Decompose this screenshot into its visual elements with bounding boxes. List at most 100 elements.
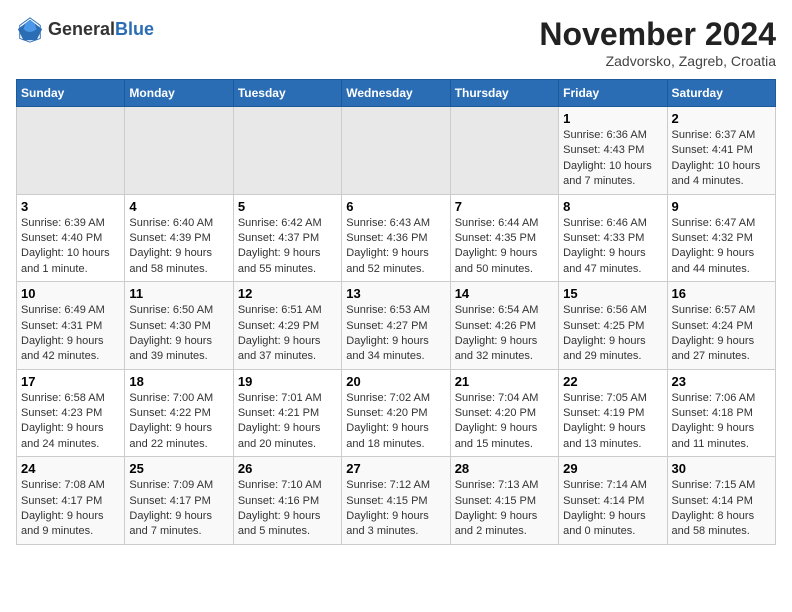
day-number: 18	[129, 374, 228, 389]
calendar-cell	[450, 107, 558, 195]
calendar-header: Sunday Monday Tuesday Wednesday Thursday…	[17, 80, 776, 107]
day-number: 29	[563, 461, 662, 476]
day-number: 5	[238, 199, 337, 214]
calendar-cell: 14Sunrise: 6:54 AM Sunset: 4:26 PM Dayli…	[450, 282, 558, 370]
col-monday: Monday	[125, 80, 233, 107]
title-block: November 2024 Zadvorsko, Zagreb, Croatia	[539, 16, 776, 69]
day-info: Sunrise: 7:08 AM Sunset: 4:17 PM Dayligh…	[21, 478, 120, 540]
day-number: 12	[238, 286, 337, 301]
col-sunday: Sunday	[17, 80, 125, 107]
calendar-cell: 8 Sunrise: 6:46 AM Sunset: 4:33 PM Daylig…	[559, 194, 667, 282]
col-wednesday: Wednesday	[342, 80, 450, 107]
day-info: Sunrise: 6:46 AM Sunset: 4:33 PM Dayligh…	[563, 216, 662, 278]
day-info: Sunrise: 6:40 AM Sunset: 4:39 PM Dayligh…	[129, 216, 228, 278]
day-number: 14	[455, 286, 554, 301]
day-info: Sunrise: 7:02 AM Sunset: 4:20 PM Dayligh…	[346, 391, 445, 453]
day-info: Sunrise: 7:12 AM Sunset: 4:15 PM Dayligh…	[346, 478, 445, 540]
calendar-table: Sunday Monday Tuesday Wednesday Thursday…	[16, 79, 776, 545]
logo-text-general: General	[48, 19, 115, 39]
logo: GeneralBlue	[16, 16, 154, 44]
day-number: 4	[129, 199, 228, 214]
day-number: 15	[563, 286, 662, 301]
calendar-cell	[17, 107, 125, 195]
day-number: 28	[455, 461, 554, 476]
day-info: Sunrise: 6:36 AM Sunset: 4:43 PM Dayligh…	[563, 128, 662, 190]
day-info: Sunrise: 7:15 AM Sunset: 4:14 PM Dayligh…	[672, 478, 771, 540]
calendar-cell: 18 Sunrise: 7:00 AM Sunset: 4:22 PM Dayli…	[125, 369, 233, 457]
calendar-cell: 27Sunrise: 7:12 AM Sunset: 4:15 PM Dayli…	[342, 457, 450, 545]
day-info: Sunrise: 6:47 AM Sunset: 4:32 PM Dayligh…	[672, 216, 771, 278]
day-info: Sunrise: 7:10 AM Sunset: 4:16 PM Dayligh…	[238, 478, 337, 540]
calendar-cell: 7 Sunrise: 6:44 AM Sunset: 4:35 PM Daylig…	[450, 194, 558, 282]
calendar-week-4: 17Sunrise: 6:58 AM Sunset: 4:23 PM Dayli…	[17, 369, 776, 457]
col-friday: Friday	[559, 80, 667, 107]
calendar-cell: 4 Sunrise: 6:40 AM Sunset: 4:39 PM Daylig…	[125, 194, 233, 282]
calendar-cell: 19Sunrise: 7:01 AM Sunset: 4:21 PM Dayli…	[233, 369, 341, 457]
day-info: Sunrise: 6:51 AM Sunset: 4:29 PM Dayligh…	[238, 303, 337, 365]
day-info: Sunrise: 6:50 AM Sunset: 4:30 PM Dayligh…	[129, 303, 228, 365]
logo-text: GeneralBlue	[48, 20, 154, 40]
location-title: Zadvorsko, Zagreb, Croatia	[539, 53, 776, 69]
day-info: Sunrise: 7:09 AM Sunset: 4:17 PM Dayligh…	[129, 478, 228, 540]
calendar-cell: 5 Sunrise: 6:42 AM Sunset: 4:37 PM Daylig…	[233, 194, 341, 282]
day-number: 2	[672, 111, 771, 126]
calendar-cell	[233, 107, 341, 195]
calendar-cell: 23Sunrise: 7:06 AM Sunset: 4:18 PM Dayli…	[667, 369, 775, 457]
calendar-week-3: 10 Sunrise: 6:49 AM Sunset: 4:31 PM Dayli…	[17, 282, 776, 370]
day-info: Sunrise: 7:04 AM Sunset: 4:20 PM Dayligh…	[455, 391, 554, 453]
day-number: 24	[21, 461, 120, 476]
day-number: 30	[672, 461, 771, 476]
logo-text-blue: Blue	[115, 19, 154, 39]
calendar-cell: 21 Sunrise: 7:04 AM Sunset: 4:20 PM Dayli…	[450, 369, 558, 457]
day-number: 25	[129, 461, 228, 476]
calendar-cell: 2 Sunrise: 6:37 AM Sunset: 4:41 PM Daylig…	[667, 107, 775, 195]
day-info: Sunrise: 6:37 AM Sunset: 4:41 PM Dayligh…	[672, 128, 771, 190]
page-header: GeneralBlue November 2024 Zadvorsko, Zag…	[16, 16, 776, 69]
calendar-cell: 13Sunrise: 6:53 AM Sunset: 4:27 PM Dayli…	[342, 282, 450, 370]
col-saturday: Saturday	[667, 80, 775, 107]
day-number: 13	[346, 286, 445, 301]
calendar-cell: 28 Sunrise: 7:13 AM Sunset: 4:15 PM Dayli…	[450, 457, 558, 545]
col-tuesday: Tuesday	[233, 80, 341, 107]
day-info: Sunrise: 6:58 AM Sunset: 4:23 PM Dayligh…	[21, 391, 120, 453]
day-info: Sunrise: 6:42 AM Sunset: 4:37 PM Dayligh…	[238, 216, 337, 278]
month-title: November 2024	[539, 16, 776, 53]
day-info: Sunrise: 7:00 AM Sunset: 4:22 PM Dayligh…	[129, 391, 228, 453]
day-number: 11	[129, 286, 228, 301]
calendar-body: 1 Sunrise: 6:36 AM Sunset: 4:43 PM Daylig…	[17, 107, 776, 545]
calendar-week-5: 24 Sunrise: 7:08 AM Sunset: 4:17 PM Dayli…	[17, 457, 776, 545]
day-info: Sunrise: 6:39 AM Sunset: 4:40 PM Dayligh…	[21, 216, 120, 278]
calendar-cell: 12 Sunrise: 6:51 AM Sunset: 4:29 PM Dayli…	[233, 282, 341, 370]
calendar-cell: 30 Sunrise: 7:15 AM Sunset: 4:14 PM Dayli…	[667, 457, 775, 545]
calendar-cell	[125, 107, 233, 195]
day-info: Sunrise: 6:49 AM Sunset: 4:31 PM Dayligh…	[21, 303, 120, 365]
day-info: Sunrise: 6:57 AM Sunset: 4:24 PM Dayligh…	[672, 303, 771, 365]
day-number: 1	[563, 111, 662, 126]
calendar-week-1: 1 Sunrise: 6:36 AM Sunset: 4:43 PM Daylig…	[17, 107, 776, 195]
calendar-cell: 16 Sunrise: 6:57 AM Sunset: 4:24 PM Dayli…	[667, 282, 775, 370]
day-number: 10	[21, 286, 120, 301]
day-info: Sunrise: 6:56 AM Sunset: 4:25 PM Dayligh…	[563, 303, 662, 365]
calendar-cell: 15 Sunrise: 6:56 AM Sunset: 4:25 PM Dayli…	[559, 282, 667, 370]
calendar-week-2: 3Sunrise: 6:39 AM Sunset: 4:40 PM Daylig…	[17, 194, 776, 282]
day-info: Sunrise: 6:43 AM Sunset: 4:36 PM Dayligh…	[346, 216, 445, 278]
day-info: Sunrise: 7:13 AM Sunset: 4:15 PM Dayligh…	[455, 478, 554, 540]
day-info: Sunrise: 6:44 AM Sunset: 4:35 PM Dayligh…	[455, 216, 554, 278]
calendar-cell	[342, 107, 450, 195]
calendar-cell: 20Sunrise: 7:02 AM Sunset: 4:20 PM Dayli…	[342, 369, 450, 457]
day-number: 22	[563, 374, 662, 389]
logo-icon	[16, 16, 44, 44]
day-number: 7	[455, 199, 554, 214]
day-info: Sunrise: 7:06 AM Sunset: 4:18 PM Dayligh…	[672, 391, 771, 453]
day-number: 26	[238, 461, 337, 476]
day-number: 21	[455, 374, 554, 389]
calendar-cell: 3Sunrise: 6:39 AM Sunset: 4:40 PM Daylig…	[17, 194, 125, 282]
day-number: 8	[563, 199, 662, 214]
calendar-cell: 25 Sunrise: 7:09 AM Sunset: 4:17 PM Dayli…	[125, 457, 233, 545]
calendar-cell: 24 Sunrise: 7:08 AM Sunset: 4:17 PM Dayli…	[17, 457, 125, 545]
calendar-cell: 11 Sunrise: 6:50 AM Sunset: 4:30 PM Dayli…	[125, 282, 233, 370]
day-number: 16	[672, 286, 771, 301]
calendar-cell: 1 Sunrise: 6:36 AM Sunset: 4:43 PM Daylig…	[559, 107, 667, 195]
day-info: Sunrise: 7:05 AM Sunset: 4:19 PM Dayligh…	[563, 391, 662, 453]
calendar-cell: 6Sunrise: 6:43 AM Sunset: 4:36 PM Daylig…	[342, 194, 450, 282]
